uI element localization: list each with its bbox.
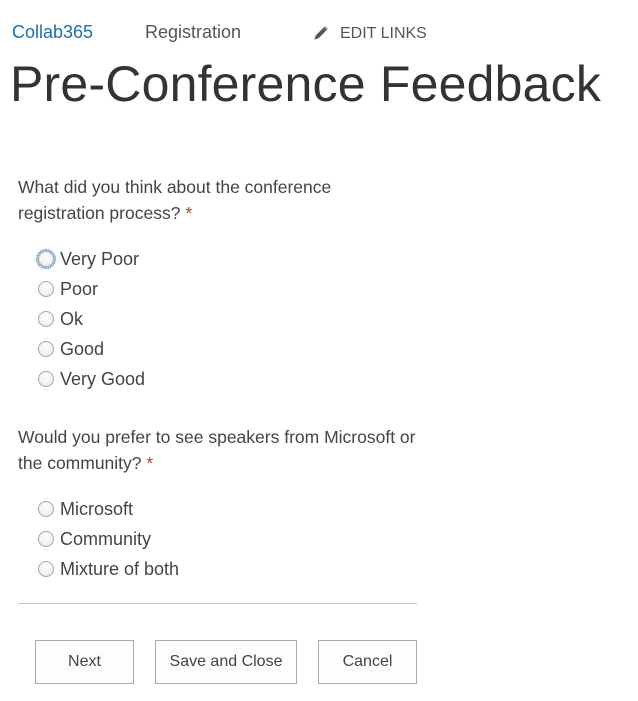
radio-label: Ok [60,309,84,329]
radio-button[interactable] [38,501,54,517]
radio-option-good[interactable]: Good [36,334,145,364]
radio-label: Very Poor [60,249,140,269]
pencil-icon [310,24,330,44]
cancel-button[interactable]: Cancel [318,640,417,684]
edit-links-label: EDIT LINKS [340,25,427,42]
radio-button[interactable] [38,311,54,327]
radio-button[interactable] [38,341,54,357]
question-text: Would you prefer to see speakers from Mi… [18,427,416,473]
question-speakers: Would you prefer to see speakers from Mi… [18,424,418,476]
question-text: What did you think about the conference … [18,177,332,223]
radio-group-registration: Very Poor Poor Ok Good Very Good [36,244,145,394]
radio-group-speakers: Microsoft Community Mixture of both [36,494,179,584]
edit-links-button[interactable]: EDIT LINKS [310,22,427,46]
top-navigation: Collab365 Registration EDIT LINKS [0,0,638,60]
radio-option-very-poor[interactable]: Very Poor [36,244,145,274]
save-and-close-button[interactable]: Save and Close [155,640,297,684]
radio-button[interactable] [38,371,54,387]
nav-link-home[interactable]: Collab365 [12,20,93,44]
radio-option-microsoft[interactable]: Microsoft [36,494,179,524]
radio-label: Good [60,339,105,359]
radio-option-very-good[interactable]: Very Good [36,364,145,394]
radio-button[interactable] [38,561,54,577]
required-marker: * [146,453,154,473]
radio-option-community[interactable]: Community [36,524,179,554]
radio-label: Very Good [60,369,146,389]
question-registration-process: What did you think about the conference … [18,174,418,226]
form-divider [18,603,417,604]
radio-label: Poor [60,279,99,299]
radio-label: Mixture of both [60,559,180,579]
page-title: Pre-Conference Feedback [10,56,602,112]
radio-button[interactable] [36,249,56,269]
radio-label: Microsoft [60,499,134,519]
radio-button[interactable] [38,531,54,547]
radio-option-ok[interactable]: Ok [36,304,145,334]
radio-option-mixture[interactable]: Mixture of both [36,554,179,584]
radio-label: Community [60,529,152,549]
next-button[interactable]: Next [35,640,134,684]
radio-button[interactable] [38,281,54,297]
required-marker: * [185,203,193,223]
radio-option-poor[interactable]: Poor [36,274,145,304]
nav-link-registration[interactable]: Registration [145,20,241,44]
